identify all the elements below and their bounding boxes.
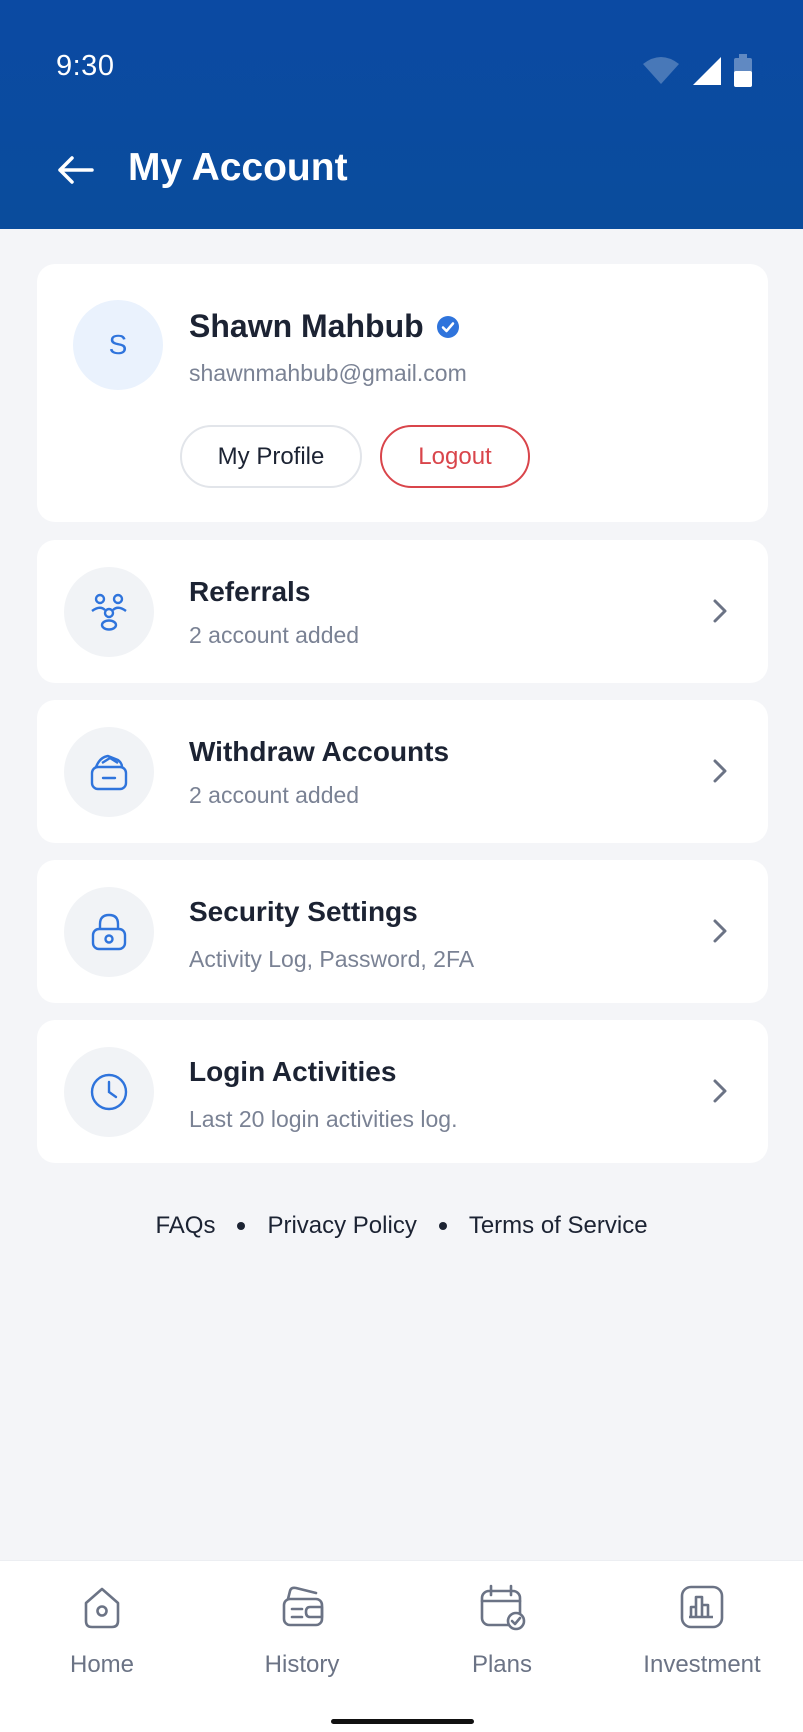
menu-item-security-settings[interactable]: Security Settings Activity Log, Password… <box>37 860 768 1003</box>
home-icon <box>84 1587 120 1629</box>
avatar: S <box>73 300 163 390</box>
faqs-link[interactable]: FAQs <box>155 1212 215 1240</box>
referrals-icon-wrap <box>64 567 154 657</box>
menu-subtitle: 2 account added <box>189 782 360 808</box>
nav-label: Plans <box>471 1651 533 1678</box>
battery-icon <box>734 54 752 87</box>
menu-item-referrals[interactable]: Referrals 2 account added <box>37 540 768 683</box>
logout-button[interactable]: Logout <box>380 425 530 488</box>
nav-label: Home <box>69 1651 135 1678</box>
privacy-policy-link[interactable]: Privacy Policy <box>267 1212 416 1240</box>
page-title: My Account <box>128 146 348 189</box>
verified-badge-icon <box>436 315 459 338</box>
my-profile-button[interactable]: My Profile <box>180 425 362 488</box>
footer-links: FAQs Privacy Policy Terms of Service <box>0 1212 803 1240</box>
chevron-right-icon <box>713 1079 727 1103</box>
chevron-right-icon <box>713 759 727 783</box>
wallet-icon <box>90 754 128 791</box>
wallet-icon-wrap <box>64 727 154 817</box>
menu-item-withdraw-accounts[interactable]: Withdraw Accounts 2 account added <box>37 700 768 843</box>
bottom-navigation: Home History Plans Investment <box>0 1560 803 1732</box>
menu-title: Withdraw Accounts <box>189 736 450 767</box>
wifi-icon <box>643 57 679 84</box>
menu-item-login-activities[interactable]: Login Activities Last 20 login activitie… <box>37 1020 768 1163</box>
profile-name: Shawn Mahbub <box>189 308 424 344</box>
chevron-right-icon <box>713 599 727 623</box>
nav-home[interactable]: Home <box>2 1581 202 1679</box>
menu-title: Security Settings <box>189 896 418 927</box>
referrals-icon <box>91 593 127 631</box>
nav-history[interactable]: History <box>202 1581 402 1679</box>
arrow-left-icon <box>58 156 94 184</box>
clock-icon-wrap <box>64 1047 154 1137</box>
nav-label: History <box>264 1651 340 1678</box>
profile-email: shawnmahbub@gmail.com <box>189 360 467 386</box>
profile-card: S Shawn Mahbub shawnmahbub@gmail.com My … <box>37 264 768 522</box>
menu-subtitle: Last 20 login activities log. <box>189 1106 458 1132</box>
status-time: 9:30 <box>56 50 115 82</box>
clock-icon <box>90 1073 128 1111</box>
back-button[interactable] <box>56 148 100 192</box>
signal-icon <box>693 57 721 85</box>
chevron-right-icon <box>713 919 727 943</box>
bar-chart-icon <box>680 1585 724 1629</box>
menu-subtitle: Activity Log, Password, 2FA <box>189 946 475 972</box>
menu-subtitle: 2 account added <box>189 622 360 648</box>
nav-investment[interactable]: Investment <box>602 1581 802 1679</box>
status-icons <box>641 54 753 88</box>
separator-dot <box>438 1222 447 1230</box>
menu-title: Login Activities <box>189 1056 397 1087</box>
nav-plans[interactable]: Plans <box>402 1581 602 1679</box>
menu-title: Referrals <box>189 576 311 607</box>
nav-label: Investment <box>643 1651 761 1678</box>
lock-icon <box>91 913 127 951</box>
terms-of-service-link[interactable]: Terms of Service <box>469 1212 648 1240</box>
separator-dot <box>237 1222 246 1230</box>
calendar-check-icon <box>480 1584 526 1631</box>
profile-name-row: Shawn Mahbub <box>189 308 460 345</box>
app-header: 9:30 My Account <box>0 0 803 229</box>
lock-icon-wrap <box>64 887 154 977</box>
home-indicator <box>331 1719 474 1724</box>
history-icon <box>282 1586 324 1627</box>
